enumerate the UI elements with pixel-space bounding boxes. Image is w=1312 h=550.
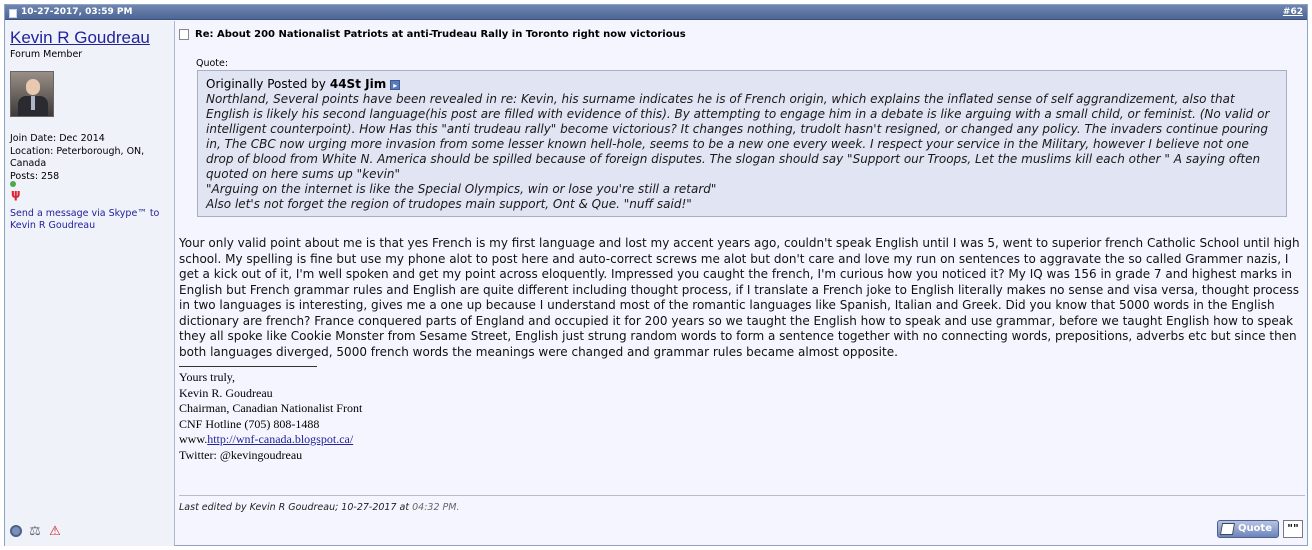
post-buttons: Quote "" bbox=[1216, 520, 1303, 538]
quote-icon bbox=[1219, 523, 1235, 535]
edit-divider bbox=[179, 495, 1305, 496]
quote-line: Northland, Several points have been reve… bbox=[206, 92, 1270, 181]
user-title: Forum Member bbox=[10, 49, 83, 60]
edit-note-text: Last edited by Kevin R Goudreau; 10-27-2… bbox=[179, 502, 410, 513]
quote-button-label: Quote bbox=[1237, 523, 1272, 534]
username-link[interactable]: Kevin R Goudreau bbox=[10, 28, 150, 48]
quote-button[interactable]: Quote bbox=[1216, 520, 1279, 538]
post-body: Your only valid point about me is that y… bbox=[179, 236, 1300, 359]
quote-author: 44St Jim bbox=[329, 77, 387, 91]
status-icon bbox=[10, 525, 22, 537]
quote-line: Also let's not forget the region of trud… bbox=[206, 197, 692, 211]
signature-line: Twitter: @kevingoudreau bbox=[179, 447, 303, 462]
post-title: Re: About 200 Nationalist Patriots at an… bbox=[179, 29, 686, 40]
post-date: 10-27-2017, 03:59 PM bbox=[9, 5, 132, 20]
post-number: #62 bbox=[1283, 5, 1303, 20]
post-icon bbox=[9, 9, 17, 18]
quote-line: "Arguing on the internet is like the Spe… bbox=[206, 182, 717, 196]
signature-divider bbox=[179, 366, 317, 367]
post-title-icon bbox=[179, 29, 189, 40]
signature: Yours truly, Kevin R. Goudreau Chairman,… bbox=[179, 370, 362, 463]
quote-text: Northland, Several points have been reve… bbox=[206, 92, 1278, 212]
signature-line: Kevin R. Goudreau bbox=[179, 385, 273, 400]
post-count: Posts: 258 bbox=[10, 170, 60, 182]
quote-prefix: Originally Posted by bbox=[206, 77, 326, 91]
multiquote-button[interactable]: "" bbox=[1283, 520, 1303, 538]
signature-line: Yours truly, bbox=[179, 370, 236, 384]
edit-note-time: 04:32 PM. bbox=[412, 502, 460, 513]
post-header-bar: 10-27-2017, 03:59 PM #62 bbox=[5, 5, 1307, 20]
reputation-icon[interactable]: ⚖ bbox=[28, 524, 42, 539]
report-icon[interactable]: ⚠ bbox=[48, 524, 62, 539]
post-date-text: 10-27-2017, 03:59 PM bbox=[21, 7, 133, 17]
post-container: 10-27-2017, 03:59 PM #62 Kevin R Goudrea… bbox=[4, 4, 1308, 546]
signature-line: CNF Hotline (705) 808-1488 bbox=[179, 416, 320, 431]
avatar[interactable] bbox=[10, 71, 54, 117]
post-content: Re: About 200 Nationalist Patriots at an… bbox=[176, 21, 1307, 546]
post-number-link[interactable]: #62 bbox=[1283, 7, 1303, 17]
signature-web: www.http://wnf-canada.blogspot.ca/ bbox=[179, 432, 362, 448]
signature-line: Chairman, Canadian Nationalist Front bbox=[179, 401, 363, 415]
edit-note: Last edited by Kevin R Goudreau; 10-27-2… bbox=[179, 502, 459, 513]
user-info: Join Date: Dec 2014 Location: Peterborou… bbox=[10, 133, 170, 183]
quote-label: Quote: bbox=[196, 58, 229, 69]
view-post-icon[interactable]: ▸ bbox=[390, 79, 401, 90]
post-title-text: Re: About 200 Nationalist Patriots at an… bbox=[195, 29, 686, 40]
signature-link[interactable]: http://wnf-canada.blogspot.ca/ bbox=[207, 432, 353, 446]
user-location: Location: Peterborough, ON, Canada bbox=[10, 145, 145, 170]
user-actions: ⚖ ⚠ bbox=[10, 524, 62, 539]
quote-block: Originally Posted by 44St Jim ▸ Northlan… bbox=[197, 70, 1287, 217]
join-date: Join Date: Dec 2014 bbox=[10, 133, 105, 144]
user-sidebar: Kevin R Goudreau Forum Member Join Date:… bbox=[5, 21, 175, 546]
skype-icon[interactable]: ψ bbox=[11, 187, 23, 201]
skype-message-link[interactable]: Send a message via Skype™ to Kevin R Gou… bbox=[10, 208, 175, 232]
quote-attribution: Originally Posted by 44St Jim ▸ bbox=[206, 77, 1278, 92]
signature-www: www. bbox=[179, 432, 208, 446]
